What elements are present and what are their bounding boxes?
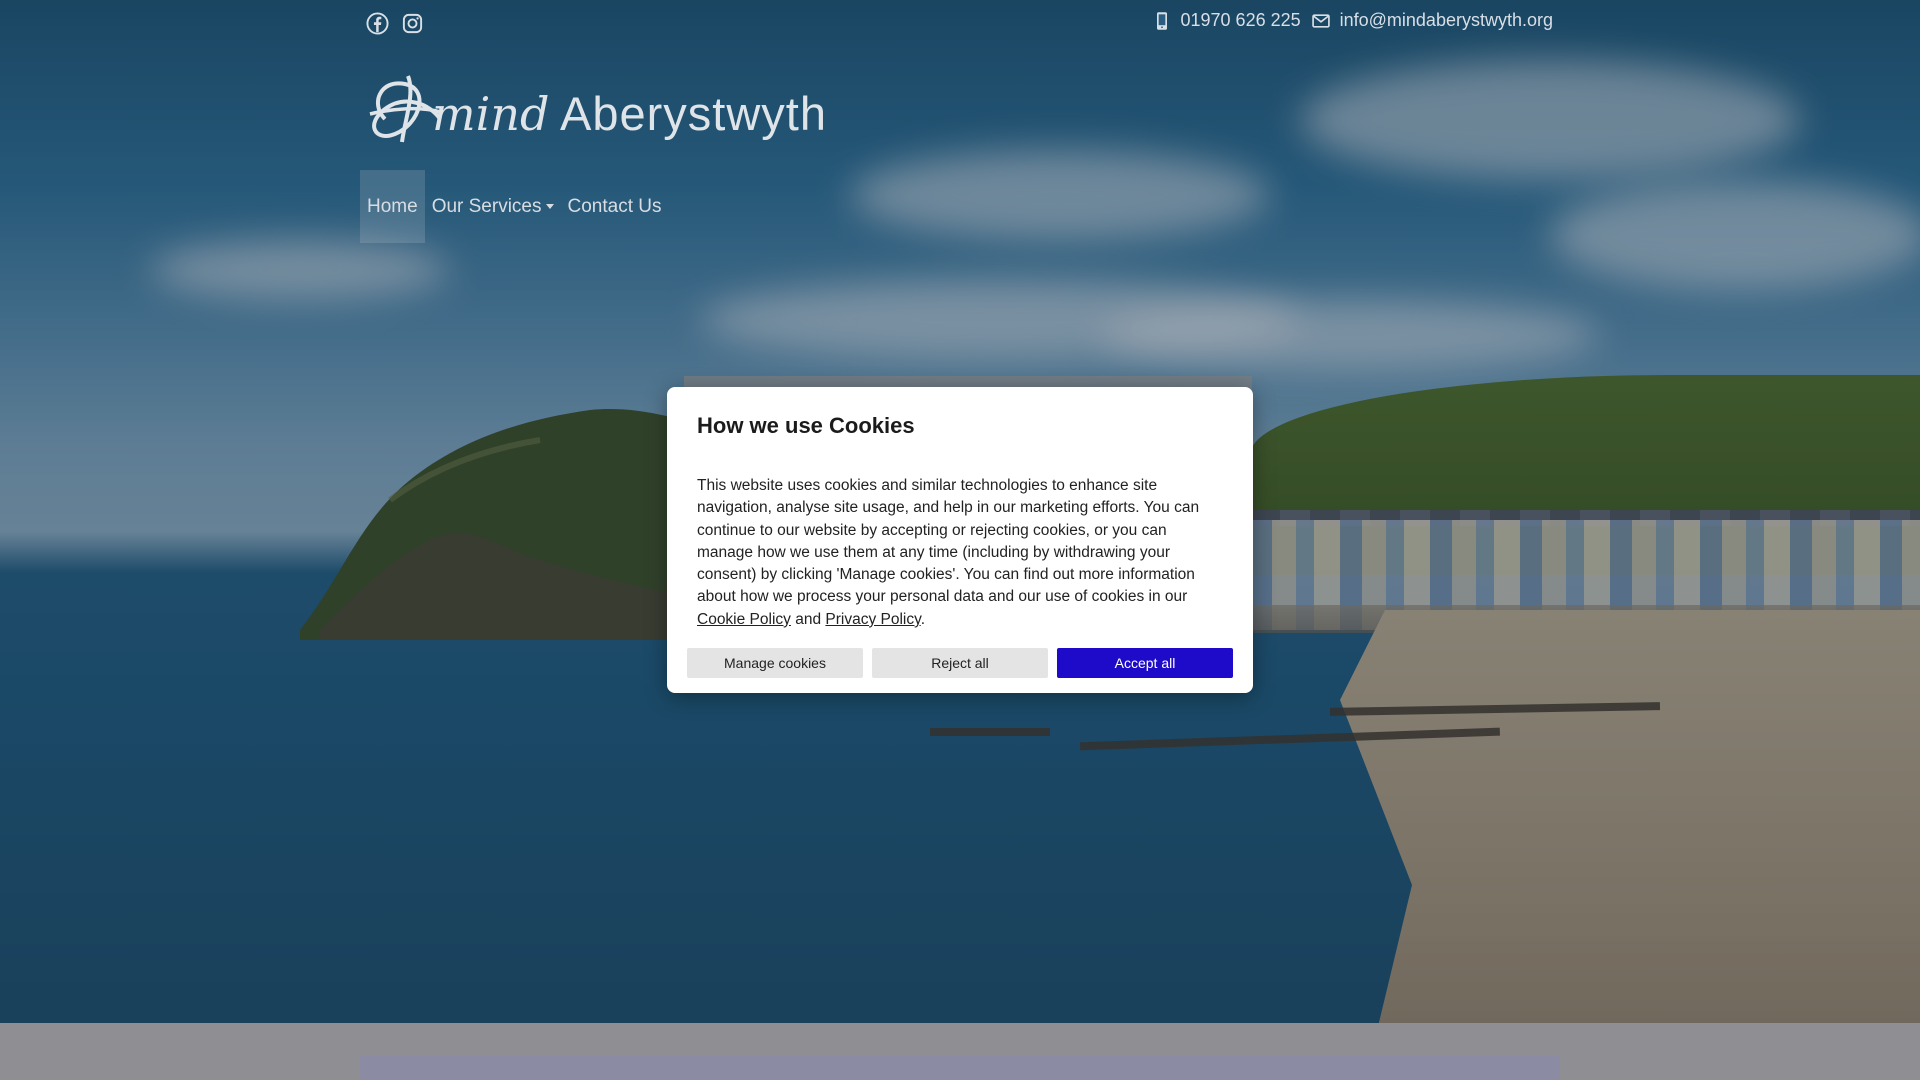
caret-down-icon	[545, 204, 554, 210]
manage-cookies-button[interactable]: Manage cookies	[687, 648, 863, 678]
social-links	[366, 12, 424, 35]
cookie-dialog-and: and	[795, 610, 822, 628]
instagram-icon[interactable]	[401, 12, 424, 35]
email-contact[interactable]: info@mindaberystwyth.org	[1311, 10, 1553, 31]
contact-info: 01970 626 225 info@mindaberystwyth.org	[1152, 10, 1553, 31]
cookie-dialog-body: This website uses cookies and similar te…	[697, 475, 1217, 631]
privacy-policy-link[interactable]: Privacy Policy	[825, 611, 920, 628]
site-logo[interactable]: mind Aberystwyth	[360, 64, 826, 154]
mind-logo-icon: mind	[369, 75, 549, 143]
content-strip	[360, 1056, 1560, 1080]
phone-number: 01970 626 225	[1180, 10, 1301, 30]
reject-all-button[interactable]: Reject all	[872, 648, 1048, 678]
svg-text:mind: mind	[432, 87, 549, 141]
nav-item-our-services[interactable]: Our Services	[425, 170, 561, 243]
logo-place-name: Aberystwyth	[560, 87, 827, 140]
top-bar: 01970 626 225 info@mindaberystwyth.org	[360, 8, 1560, 38]
nav-item-our-services-label: Our Services	[431, 196, 542, 217]
cookie-dialog-title: How we use Cookies	[697, 413, 915, 438]
envelope-icon	[1311, 11, 1331, 31]
nav-item-contact-us[interactable]: Contact Us	[561, 170, 669, 243]
cookie-dialog-period: .	[920, 610, 926, 628]
cookie-dialog-text: This website uses cookies and similar te…	[697, 477, 1200, 606]
cookie-policy-link[interactable]: Cookie Policy	[697, 611, 791, 628]
nav-item-home[interactable]: Home	[360, 170, 425, 243]
phone-contact[interactable]: 01970 626 225	[1152, 10, 1301, 31]
email-address: info@mindaberystwyth.org	[1339, 10, 1553, 30]
accept-all-button[interactable]: Accept all	[1057, 648, 1233, 678]
facebook-icon[interactable]	[366, 12, 389, 35]
cookie-consent-dialog: How we use Cookies This website uses coo…	[667, 387, 1253, 693]
mobile-phone-icon	[1152, 11, 1172, 31]
main-nav: Home Our Services Contact Us	[360, 170, 668, 243]
